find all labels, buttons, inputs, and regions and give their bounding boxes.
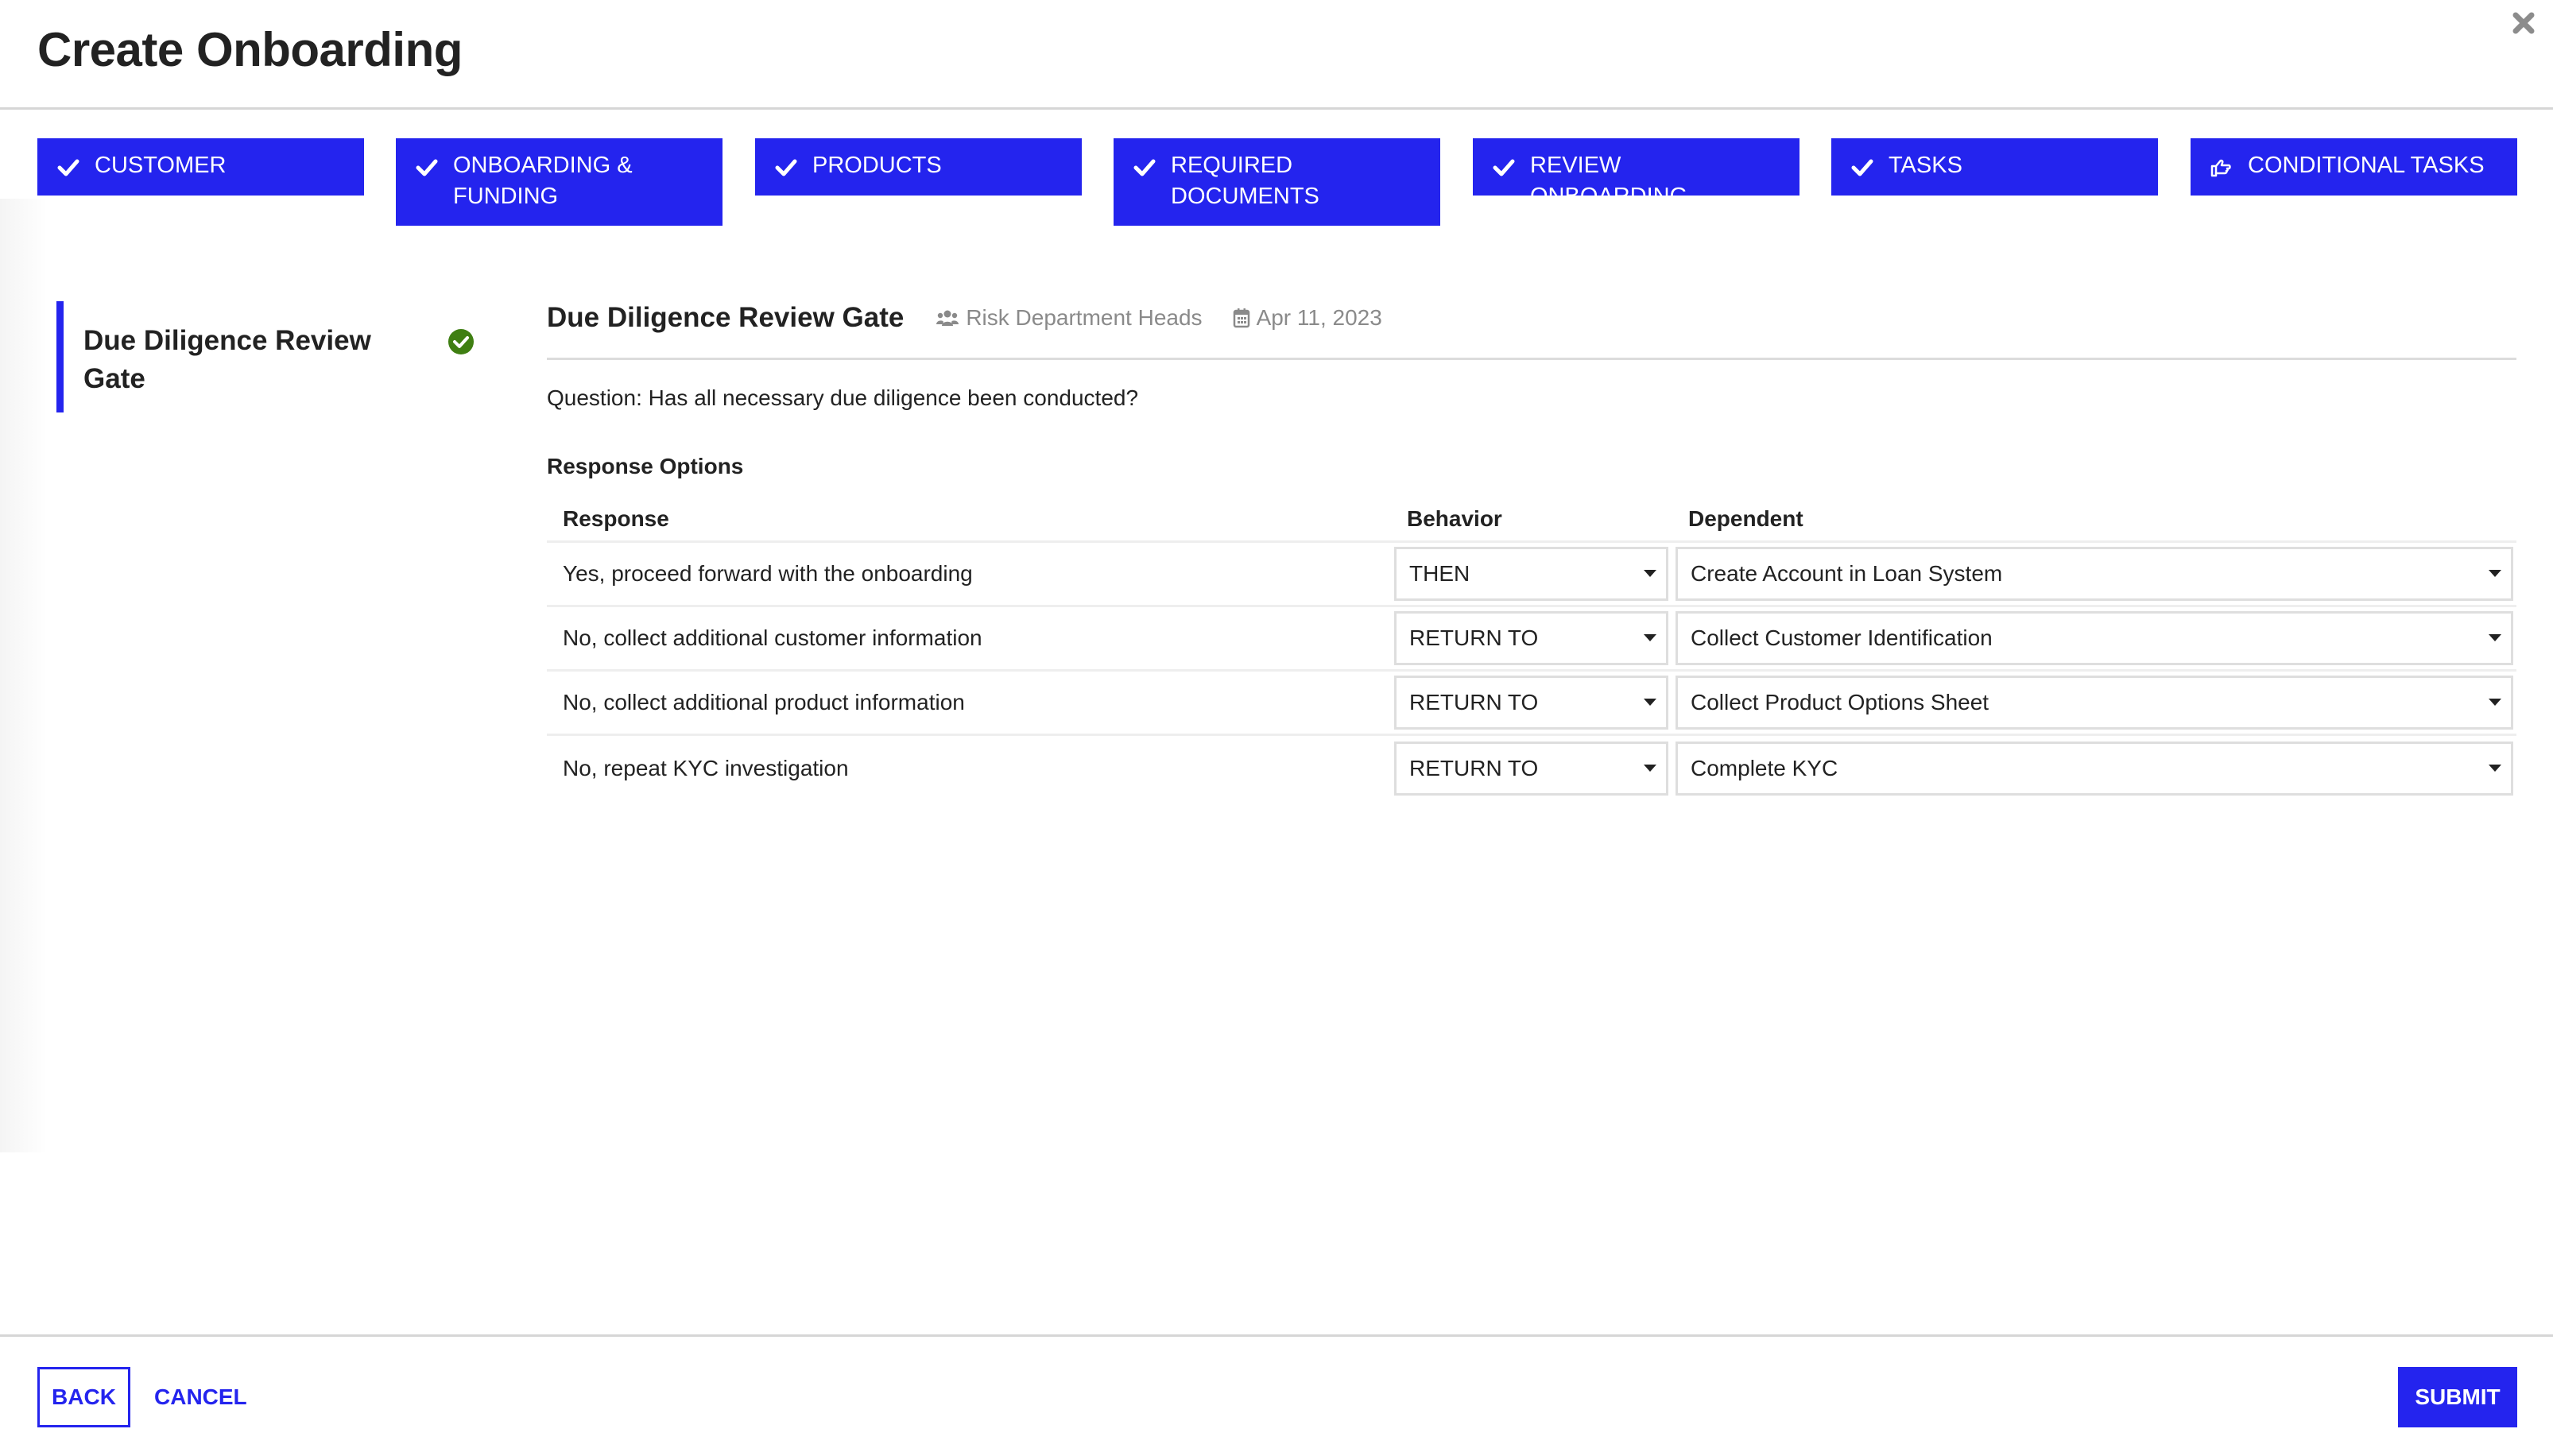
assignee-text: Risk Department Heads (966, 305, 1203, 330)
caret-down-icon (1644, 570, 1656, 577)
check-icon (1133, 159, 1156, 176)
dependent-select[interactable]: Collect Product Options Sheet (1676, 676, 2513, 730)
column-header-dependent: Dependent (1688, 505, 1803, 531)
response-options-table: Response Behavior Dependent Yes, proceed… (547, 497, 2516, 800)
behavior-select[interactable]: THEN (1394, 547, 1668, 601)
dependent-value: Collect Customer Identification (1691, 625, 1993, 650)
tab-label: Required Documents (1171, 153, 1319, 209)
tab-required-documents[interactable]: Required Documents (1114, 138, 1440, 226)
behavior-select[interactable]: RETURN TO (1394, 611, 1668, 665)
tab-onboarding-funding[interactable]: Onboarding & Funding (396, 138, 723, 226)
response-text: No, collect additional customer informat… (563, 625, 982, 650)
dependent-select[interactable]: Create Account in Loan System (1676, 547, 2513, 601)
wizard-steps: Customer Onboarding & Funding Products R… (37, 138, 2517, 227)
behavior-value: RETURN TO (1409, 690, 1539, 714)
column-header-behavior: Behavior (1407, 505, 1502, 531)
table-row: No, collect additional customer informat… (547, 607, 2516, 672)
date-text: Apr 11, 2023 (1256, 305, 1382, 330)
table-header: Response Behavior Dependent (547, 497, 2516, 543)
tab-label: Conditional Tasks (2248, 153, 2485, 178)
close-button[interactable] (2512, 11, 2536, 35)
dependent-select[interactable]: Collect Customer Identification (1676, 611, 2513, 665)
check-icon (416, 159, 438, 176)
caret-down-icon (1644, 764, 1656, 772)
response-text: Yes, proceed forward with the onboarding (563, 561, 973, 586)
response-options-heading: Response Options (547, 454, 744, 478)
close-icon (2512, 12, 2535, 34)
users-icon (936, 310, 959, 326)
behavior-value: RETURN TO (1409, 625, 1539, 650)
check-icon (775, 159, 797, 176)
assignee: Risk Department Heads (936, 305, 1203, 331)
tab-label: Tasks (1889, 153, 1962, 178)
gate-detail: Due Diligence Review Gate Risk Departmen… (547, 294, 2516, 800)
tab-products[interactable]: Products (755, 138, 1082, 196)
calendar-icon (1233, 308, 1249, 328)
behavior-select[interactable]: RETURN TO (1394, 676, 1668, 730)
response-text: No, collect additional product informati… (563, 690, 965, 714)
behavior-value: THEN (1409, 561, 1470, 586)
caret-down-icon (1644, 634, 1656, 641)
dependent-select[interactable]: Complete KYC (1676, 741, 2513, 796)
tab-tasks[interactable]: Tasks (1831, 138, 2158, 196)
check-icon (1493, 159, 1515, 176)
gate-question: Question: Has all necessary due diligenc… (547, 385, 1139, 410)
behavior-value: RETURN TO (1409, 755, 1539, 780)
caret-down-icon (2489, 764, 2501, 772)
submit-button[interactable]: SUBMIT (2398, 1367, 2517, 1427)
caret-down-icon (2489, 634, 2501, 641)
detail-header: Due Diligence Review Gate Risk Departmen… (547, 294, 2516, 342)
dependent-value: Create Account in Loan System (1691, 561, 2003, 586)
page-title: Create Onboarding (37, 23, 463, 76)
check-icon (1851, 159, 1873, 176)
tab-label: Review Onboarding (1530, 153, 1688, 209)
tab-label: Customer (95, 153, 227, 178)
behavior-select[interactable]: RETURN TO (1394, 741, 1668, 796)
selected-indicator (56, 301, 64, 412)
caret-down-icon (2489, 699, 2501, 706)
header-divider (0, 107, 2553, 110)
tab-customer[interactable]: Customer (37, 138, 364, 196)
tab-conditional-tasks[interactable]: Conditional Tasks (2191, 138, 2517, 196)
table-row: No, repeat KYC investigation RETURN TO C… (547, 736, 2516, 800)
cancel-button[interactable]: CANCEL (154, 1367, 247, 1427)
detail-title: Due Diligence Review Gate (547, 302, 905, 333)
tab-label: Products (812, 153, 942, 178)
table-row: No, collect additional product informati… (547, 672, 2516, 736)
back-button[interactable]: BACK (37, 1367, 130, 1427)
detail-divider (547, 358, 2516, 360)
date: Apr 11, 2023 (1233, 305, 1382, 331)
gate-name: Due Diligence Review Gate (83, 325, 371, 394)
check-icon (57, 159, 79, 176)
gate-list-item[interactable]: Due Diligence Review Gate (56, 301, 486, 412)
check-circle-icon (448, 329, 474, 354)
footer-divider (0, 1334, 2553, 1337)
tab-review-onboarding[interactable]: Review Onboarding (1473, 138, 1799, 209)
dependent-value: Complete KYC (1691, 755, 1838, 780)
tab-label: Onboarding & Funding (453, 153, 633, 209)
table-row: Yes, proceed forward with the onboarding… (547, 543, 2516, 607)
column-header-response: Response (563, 505, 669, 531)
dependent-value: Collect Product Options Sheet (1691, 690, 1989, 714)
caret-down-icon (2489, 570, 2501, 577)
response-text: No, repeat KYC investigation (563, 755, 849, 780)
hand-pointer-right-icon (2210, 159, 2231, 177)
left-panel-shadow (0, 199, 48, 1152)
caret-down-icon (1644, 699, 1656, 706)
